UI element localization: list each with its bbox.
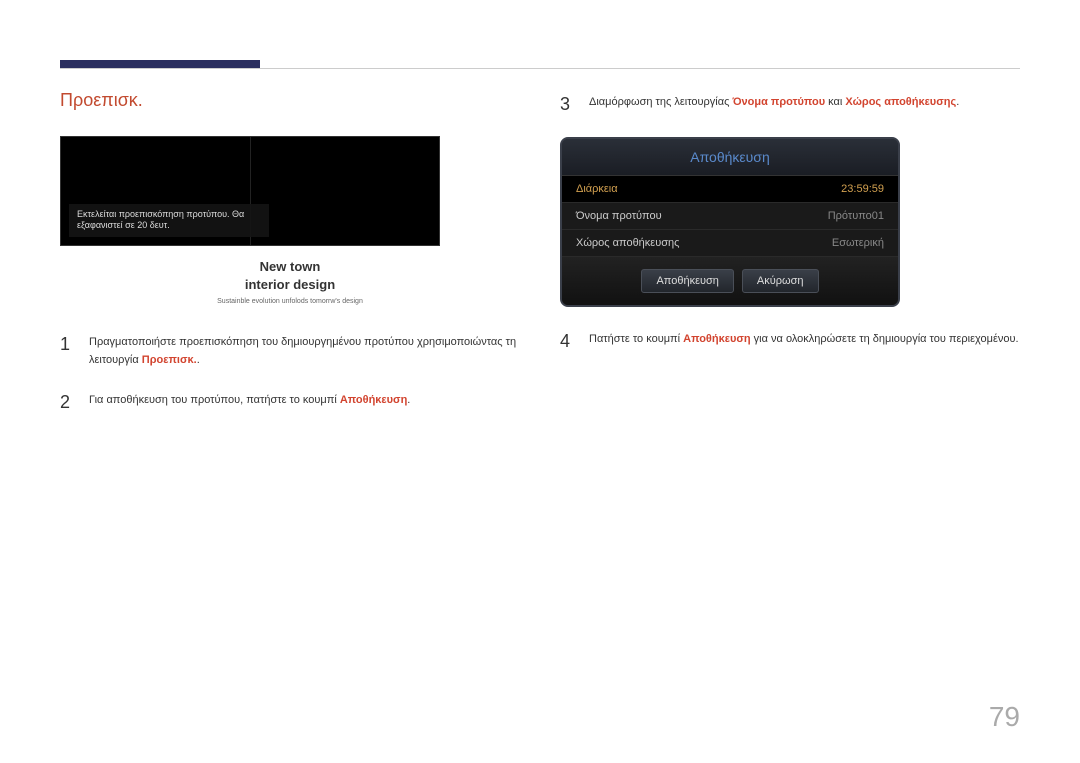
step-text-pre: Πατήστε το κουμπί [589,333,683,345]
step-text-pre: Για αποθήκευση του προτύπου, πατήστε το … [89,394,340,406]
dialog-row-storage-location[interactable]: Χώρος αποθήκευσης Εσωτερική [562,230,898,257]
step-text: Για αποθήκευση του προτύπου, πατήστε το … [89,388,410,410]
step-text: Πραγματοποιήστε προεπισκόπηση του δημιου… [89,330,520,369]
step-text-mid: και [825,96,845,108]
step-keyword: Χώρος αποθήκευσης [845,96,956,108]
step-text-post: . [407,394,410,406]
step-number: 1 [60,330,74,359]
dialog-footer: Αποθήκευση Ακύρωση [562,257,898,305]
step-number: 4 [560,327,574,356]
row-value: 23:59:59 [841,183,884,195]
header-accent [60,60,260,68]
save-button[interactable]: Αποθήκευση [641,269,733,293]
step-text-pre: Διαμόρφωση της λειτουργίας [589,96,732,108]
step-text: Πατήστε το κουμπί Αποθήκευση για να ολοκ… [589,327,1019,349]
header-rule [60,68,1020,69]
preview-subtitle: Sustainble evolution unfolods tomorrw's … [60,298,520,305]
row-value: Πρότυπο01 [828,210,884,222]
step-2: 2 Για αποθήκευση του προτύπου, πατήστε τ… [60,388,520,417]
page-number: 79 [989,701,1020,733]
preview-title-line1: New town [60,258,520,276]
step-text: Διαμόρφωση της λειτουργίας Όνομα προτύπο… [589,90,959,112]
step-text-post: . [197,354,200,366]
step-3: 3 Διαμόρφωση της λειτουργίας Όνομα προτύ… [560,90,1020,119]
save-dialog: Αποθήκευση Διάρκεια 23:59:59 Όνομα προτύ… [560,137,900,307]
dialog-row-template-name[interactable]: Όνομα προτύπου Πρότυπο01 [562,203,898,230]
section-title: Προεπισκ. [60,90,520,111]
row-label: Όνομα προτύπου [576,210,662,222]
step-keyword: Αποθήκευση [683,333,750,345]
row-label: Χώρος αποθήκευσης [576,237,679,249]
preview-overlay-caption: Εκτελείται προεπισκόπηση προτύπου. Θα εξ… [69,204,269,237]
preview-title: New town interior design [60,258,520,294]
step-keyword: Προεπισκ. [142,354,197,366]
left-column: Προεπισκ. Εκτελείται προεπισκόπηση προτύ… [60,90,520,434]
step-number: 3 [560,90,574,119]
cancel-button[interactable]: Ακύρωση [742,269,819,293]
step-number: 2 [60,388,74,417]
page: Προεπισκ. Εκτελείται προεπισκόπηση προτύ… [0,0,1080,763]
step-text-post: . [956,96,959,108]
dialog-title: Αποθήκευση [562,139,898,176]
step-text-post: για να ολοκληρώσετε τη δημιουργία του πε… [751,333,1019,345]
preview-title-line2: interior design [60,276,520,294]
content-area: Προεπισκ. Εκτελείται προεπισκόπηση προτύ… [60,90,1020,434]
step-1: 1 Πραγματοποιήστε προεπισκόπηση του δημι… [60,330,520,369]
step-keyword: Αποθήκευση [340,394,407,406]
preview-thumbnail: Εκτελείται προεπισκόπηση προτύπου. Θα εξ… [60,136,440,246]
step-4: 4 Πατήστε το κουμπί Αποθήκευση για να ολ… [560,327,1020,356]
row-value: Εσωτερική [832,237,884,249]
step-keyword: Όνομα προτύπου [732,96,825,108]
dialog-row-duration[interactable]: Διάρκεια 23:59:59 [562,176,898,203]
row-label: Διάρκεια [576,183,618,195]
right-column: 3 Διαμόρφωση της λειτουργίας Όνομα προτύ… [560,90,1020,434]
